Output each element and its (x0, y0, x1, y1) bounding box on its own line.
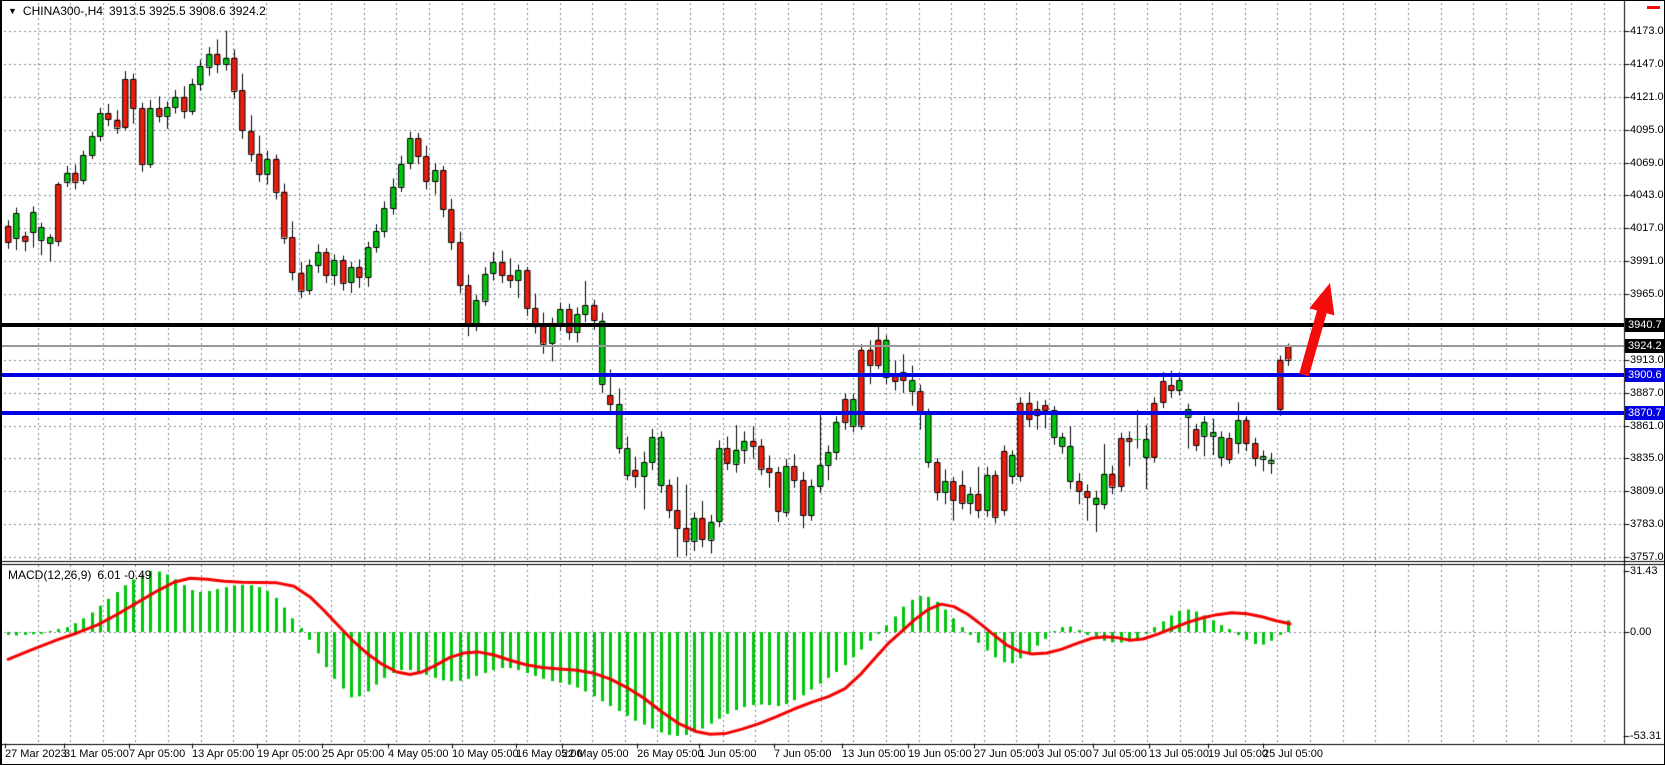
price-badge: 3924.2 (1625, 339, 1665, 353)
price-tick-label: 4069.0 (1630, 157, 1664, 169)
macd-scale-label: 31.43 (1630, 565, 1658, 577)
price-tick-label: 4095.0 (1630, 124, 1664, 136)
quote-ohlc-values: 3913.5 3925.5 3908.6 3924.2 (109, 4, 266, 18)
price-chart-canvas[interactable] (2, 1, 1665, 765)
macd-scale-label: -53.31 (1630, 730, 1661, 742)
price-tick-label: 4043.0 (1630, 189, 1664, 201)
price-badge: 3940.7 (1625, 318, 1665, 332)
date-tick-label: 31 Mar 05:00 (64, 748, 129, 760)
date-tick-label: 4 May 05:00 (388, 748, 449, 760)
price-tick-label: 3835.0 (1630, 452, 1664, 464)
date-tick-label: 27 Mar 2023 (5, 748, 67, 760)
price-tick-label: 4147.0 (1630, 58, 1664, 70)
price-tick-label: 3965.0 (1630, 288, 1664, 300)
date-tick-label: 13 Jul 05:00 (1149, 748, 1209, 760)
date-tick-label: 22 May 05:00 (562, 748, 629, 760)
current-price-line[interactable] (2, 345, 1624, 347)
price-tick-label: 4121.0 (1630, 91, 1664, 103)
macd-label-values: 6.01 -0.49 (97, 568, 151, 582)
symbol-quote-bar: ▼ CHINA300-,H4 3913.5 3925.5 3908.6 3924… (8, 4, 266, 18)
date-tick-label: 26 May 05:00 (637, 748, 704, 760)
chart-window: ▼ CHINA300-,H4 3913.5 3925.5 3908.6 3924… (0, 0, 1665, 765)
date-tick-label: 3 Jul 05:00 (1038, 748, 1092, 760)
date-tick-label: 1 Jun 05:00 (699, 748, 757, 760)
macd-indicator-label: MACD(12,26,9) 6.01 -0.49 (8, 568, 151, 582)
price-badge: 3900.6 (1625, 368, 1665, 382)
price-tick-label: 3887.0 (1630, 387, 1664, 399)
date-tick-label: 7 Jul 05:00 (1093, 748, 1147, 760)
support-line-lower[interactable] (2, 411, 1624, 415)
date-tick-label: 13 Jun 05:00 (842, 748, 906, 760)
support-line-upper[interactable] (2, 373, 1624, 377)
price-tick-label: 3757.0 (1630, 551, 1664, 563)
price-tick-label: 3783.0 (1630, 518, 1664, 530)
price-badge: 3870.7 (1625, 406, 1665, 420)
price-tick-label: 3861.0 (1630, 420, 1664, 432)
price-tick-label: 4173.0 (1630, 25, 1664, 37)
date-tick-label: 19 Apr 05:00 (257, 748, 319, 760)
price-tick-label: 4017.0 (1630, 222, 1664, 234)
price-tick-label: 3913.0 (1630, 354, 1664, 366)
date-tick-label: 25 Jul 05:00 (1263, 748, 1323, 760)
date-tick-label: 7 Jun 05:00 (774, 748, 832, 760)
red-dash-mark (1647, 6, 1660, 9)
symbol-dropdown-icon[interactable]: ▼ (8, 5, 17, 17)
date-tick-label: 25 Apr 05:00 (322, 748, 384, 760)
symbol-timeframe-label: CHINA300-,H4 (23, 4, 103, 18)
date-tick-label: 19 Jul 05:00 (1208, 748, 1268, 760)
price-tick-label: 3809.0 (1630, 485, 1664, 497)
date-tick-label: 13 Apr 05:00 (192, 748, 254, 760)
date-tick-label: 27 Jun 05:00 (974, 748, 1038, 760)
resistance-line[interactable] (2, 323, 1624, 327)
macd-label-name: MACD(12,26,9) (8, 568, 91, 582)
date-tick-label: 10 May 05:00 (452, 748, 519, 760)
price-tick-label: 3991.0 (1630, 255, 1664, 267)
date-tick-label: 7 Apr 05:00 (129, 748, 185, 760)
macd-scale-label: 0.00 (1630, 626, 1651, 638)
date-tick-label: 19 Jun 05:00 (908, 748, 972, 760)
